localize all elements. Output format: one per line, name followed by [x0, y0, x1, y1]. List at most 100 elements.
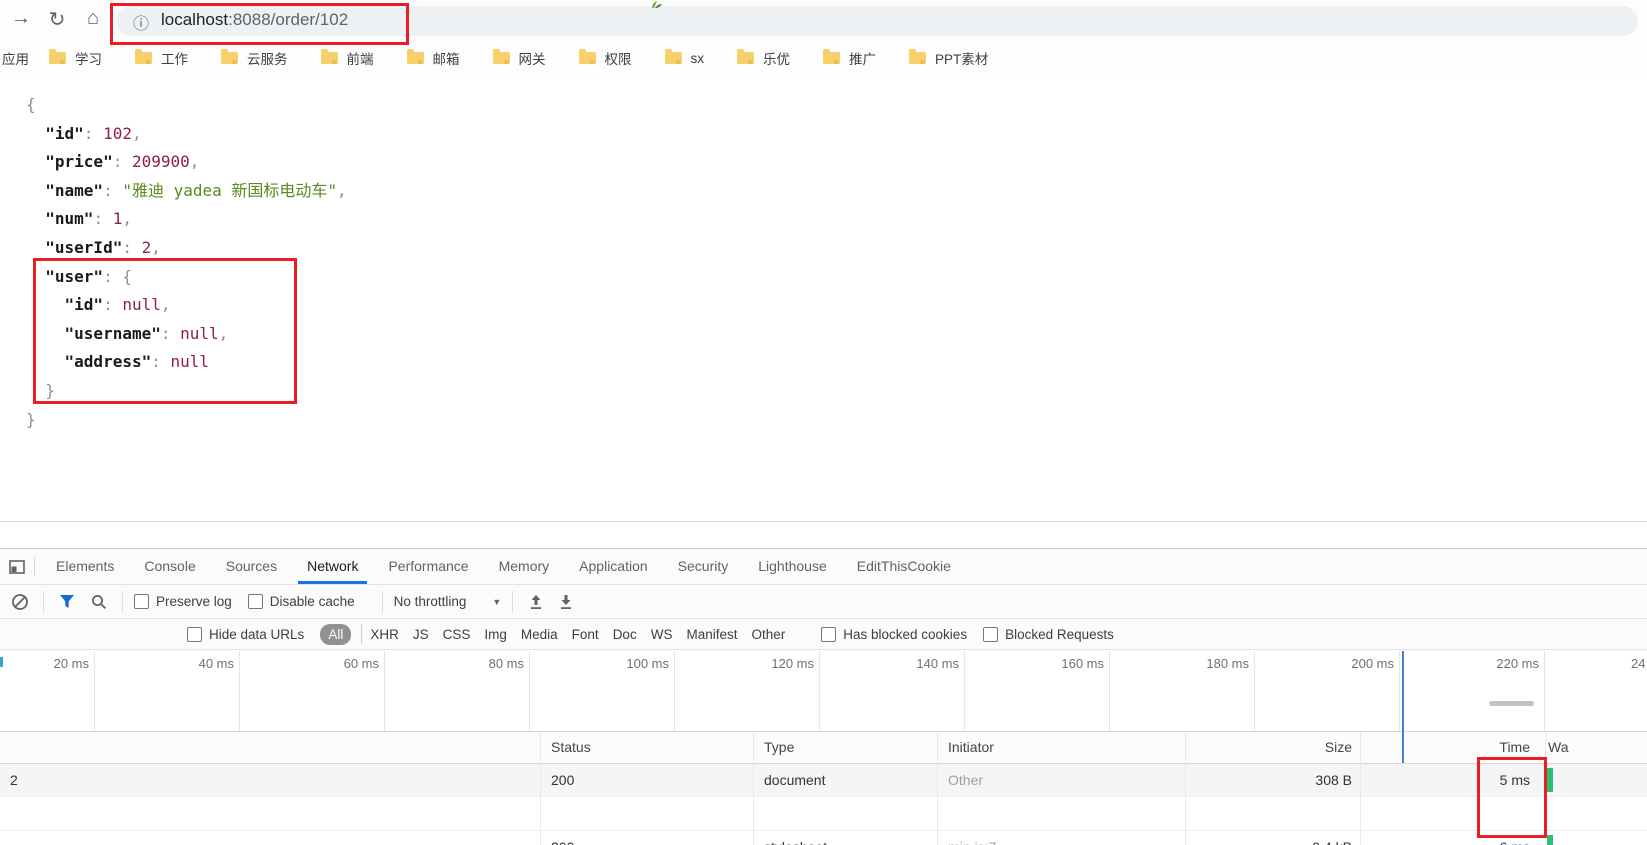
import-har-icon[interactable] — [524, 589, 548, 615]
bookmarks-list: 学习 工作 云服务 前端 邮箱 网关 权限 sx 乐优 推广 PPT素材 — [49, 48, 1021, 68]
dock-side-button[interactable] — [6, 550, 28, 584]
devtools-tab-editthiscookie[interactable]: EditThisCookie — [842, 550, 966, 584]
json-token: null — [122, 295, 161, 315]
has-blocked-cookies-label: Has blocked cookies — [843, 626, 968, 642]
clear-requests-icon[interactable] — [8, 589, 32, 615]
filter-type-ws[interactable]: WS — [651, 627, 673, 642]
json-line: } — [26, 406, 347, 435]
filter-type-all[interactable]: All — [320, 623, 352, 645]
filter-type-manifest[interactable]: Manifest — [686, 627, 737, 642]
bookmarks-apps-shortcut[interactable]: 应用 — [2, 48, 29, 68]
column-separator[interactable] — [540, 732, 541, 845]
request-row[interactable]: 2 200 document Other 308 B 5 ms — [0, 764, 1647, 797]
filter-type-media[interactable]: Media — [521, 627, 558, 642]
page-bottom-divider — [0, 521, 1647, 522]
devtools-tab-memory[interactable]: Memory — [484, 550, 565, 584]
url-host: localhost — [161, 10, 229, 29]
hide-data-urls-checkbox[interactable]: Hide data URLs — [187, 626, 304, 642]
filter-type-font[interactable]: Font — [572, 627, 599, 642]
header-cell-status[interactable]: Status — [540, 732, 753, 763]
reload-button[interactable]: ↻ — [44, 7, 70, 32]
json-token: , — [337, 180, 347, 200]
browser-toolbar: → ↻ ⌂ ⓘ localhost:8088/order/102 — [0, 0, 1647, 41]
column-separator[interactable] — [1545, 732, 1546, 845]
devtools-tab-console[interactable]: Console — [129, 550, 210, 584]
domcontentloaded-marker — [1402, 651, 1404, 763]
bookmark-folder[interactable]: 推广 — [823, 48, 876, 68]
bookmark-label: 工作 — [161, 52, 188, 67]
json-token: 1 — [112, 209, 123, 229]
header-cell-size[interactable]: Size — [1185, 732, 1360, 763]
bookmark-folder[interactable]: 云服务 — [221, 48, 288, 68]
json-token: "address" — [64, 352, 152, 372]
header-cell-name[interactable] — [0, 732, 540, 763]
column-separator[interactable] — [1360, 732, 1361, 845]
json-token: : — [160, 323, 181, 343]
json-token: 102 — [103, 123, 132, 143]
filter-funnel-icon[interactable] — [55, 589, 79, 615]
address-bar[interactable]: ⓘ localhost:8088/order/102 — [116, 6, 1638, 36]
filter-type-css[interactable]: CSS — [443, 627, 471, 642]
filter-type-doc[interactable]: Doc — [613, 627, 637, 642]
devtools-tab-elements[interactable]: Elements — [41, 550, 129, 584]
bookmark-folder[interactable]: 网关 — [492, 48, 546, 68]
checkbox-box[interactable] — [247, 594, 263, 609]
bookmark-folder[interactable]: 权限 — [578, 48, 632, 68]
json-token: , — [160, 295, 171, 315]
forward-button[interactable]: → — [8, 7, 34, 30]
folder-icon — [49, 49, 66, 64]
bookmark-folder[interactable]: 乐优 — [737, 48, 790, 68]
header-cell-initiator[interactable]: Initiator — [937, 732, 1185, 763]
timeline-tick-label: 180 ms — [1206, 656, 1249, 671]
filter-type-img[interactable]: Img — [484, 627, 507, 642]
home-button[interactable]: ⌂ — [80, 7, 106, 30]
preserve-log-checkbox[interactable]: Preserve log — [134, 594, 232, 609]
checkbox-box[interactable] — [187, 626, 202, 642]
network-overview-timeline[interactable]: 24 20 ms 40 ms 60 ms 80 ms 100 ms 120 ms 140 m… — [0, 651, 1647, 732]
has-blocked-cookies-checkbox[interactable]: Has blocked cookies — [821, 626, 968, 642]
column-separator[interactable] — [937, 732, 938, 845]
request-row[interactable]: 200stylesheetmin.js:70.4 kB6 ms — [0, 830, 1647, 845]
bookmark-folder[interactable]: 工作 — [135, 48, 188, 68]
checkbox-box[interactable] — [134, 594, 149, 609]
timeline-cell: 60 ms — [240, 651, 385, 731]
timeline-cell: 80 ms — [385, 651, 530, 731]
checkbox-box[interactable] — [821, 626, 837, 642]
bookmark-folder[interactable]: 学习 — [49, 48, 102, 68]
bookmark-folder[interactable]: sx — [664, 49, 704, 66]
site-info-icon[interactable]: ⓘ — [133, 10, 149, 34]
json-token: "userId" — [45, 237, 123, 257]
header-cell-waterfall[interactable]: Wa — [1545, 732, 1647, 763]
search-icon[interactable] — [87, 589, 111, 615]
url-path: :8088/order/102 — [228, 10, 349, 29]
disable-cache-checkbox[interactable]: Disable cache — [247, 594, 355, 609]
devtools-tab-network[interactable]: Network — [292, 550, 373, 584]
bookmark-folder[interactable]: 邮箱 — [406, 48, 460, 68]
filter-type-xhr[interactable]: XHR — [370, 627, 399, 642]
cell-name: 2 — [10, 772, 18, 788]
devtools-tab-sources[interactable]: Sources — [211, 550, 292, 584]
bookmark-folder[interactable]: PPT素材 — [909, 48, 988, 68]
devtools-tab-performance[interactable]: Performance — [373, 550, 483, 584]
filter-type-js[interactable]: JS — [413, 627, 429, 642]
devtools-tab-application[interactable]: Application — [564, 550, 663, 584]
blocked-requests-checkbox[interactable]: Blocked Requests — [983, 626, 1114, 642]
filter-type-other[interactable]: Other — [751, 627, 785, 642]
bookmark-folder[interactable]: 前端 — [320, 48, 374, 68]
throttling-dropdown[interactable]: No throttling ▼ — [394, 594, 502, 609]
preserve-log-label: Preserve log — [156, 594, 232, 609]
column-separator[interactable] — [753, 732, 754, 845]
header-cell-time[interactable]: Time — [1360, 732, 1545, 763]
json-token: : — [93, 209, 113, 229]
export-har-icon[interactable] — [554, 589, 578, 615]
devtools-tab-security[interactable]: Security — [663, 550, 744, 584]
cell-time: 5 ms — [1499, 772, 1530, 788]
timeline-cell: 100 ms — [530, 651, 675, 731]
devtools-tab-lighthouse[interactable]: Lighthouse — [743, 550, 842, 584]
checkbox-box[interactable] — [983, 626, 999, 642]
column-separator[interactable] — [1185, 732, 1186, 845]
header-cell-type[interactable]: Type — [753, 732, 937, 763]
